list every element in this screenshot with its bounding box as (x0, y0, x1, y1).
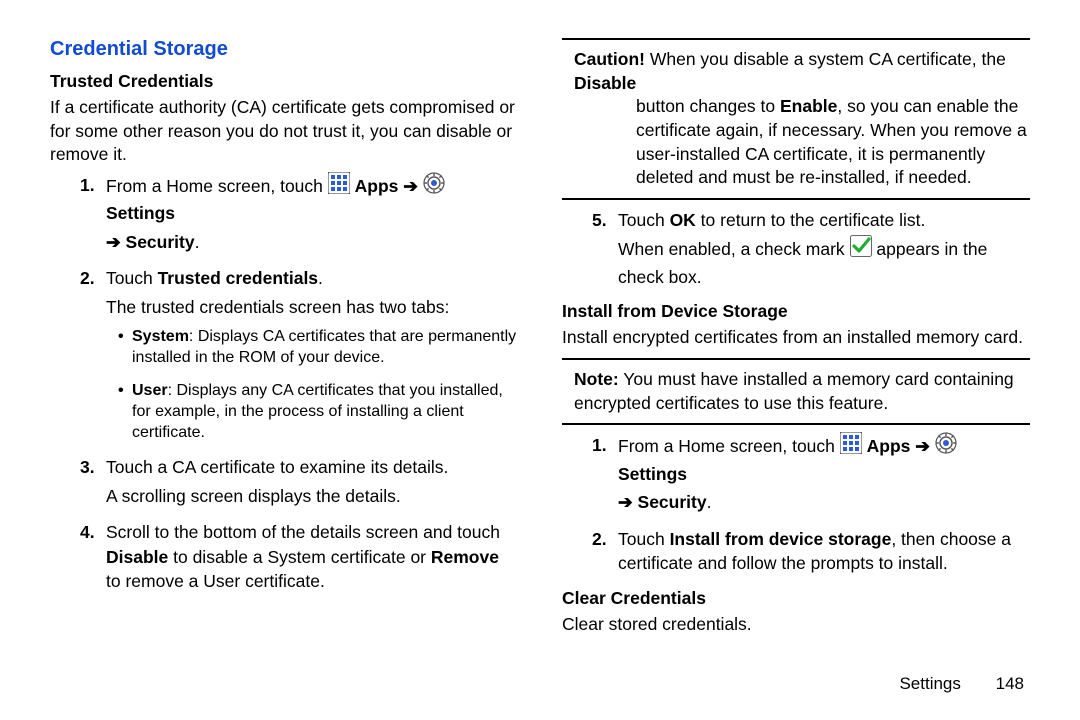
footer-page: 148 (996, 674, 1024, 693)
note-rule-bottom (562, 423, 1030, 425)
step-4: 4. Scroll to the bottom of the details s… (80, 520, 518, 594)
step-2: 2. Touch Trusted credentials. The truste… (80, 266, 518, 443)
note-block: Note: You must have installed a memory c… (574, 368, 1030, 415)
install-intro: Install encrypted certificates from an i… (562, 326, 1030, 350)
right-column: Caution! When you disable a system CA ce… (540, 38, 1030, 690)
step-3: 3. Touch a CA certificate to examine its… (80, 455, 518, 508)
gear-icon (423, 172, 445, 201)
step-1: 1. From a Home screen, touch Apps ➔ Sett… (80, 173, 518, 255)
subsection-clear: Clear Credentials (562, 588, 1030, 609)
install-steps: 1. From a Home screen, touch Apps ➔ Sett… (562, 433, 1030, 576)
clear-text: Clear stored credentials. (562, 613, 1030, 637)
install-step-2: 2. Touch Install from device storage, th… (592, 527, 1030, 576)
rule-top (562, 38, 1030, 40)
trusted-steps: 1. From a Home screen, touch Apps ➔ Sett… (50, 173, 518, 594)
trusted-steps-cont: 5. Touch OK to return to the certificate… (562, 208, 1030, 290)
step-text: Touch a CA certificate to examine its de… (106, 457, 448, 477)
install-step-1: 1. From a Home screen, touch Apps ➔ Sett… (592, 433, 1030, 515)
check-icon (850, 235, 872, 264)
step-text: From a Home screen, touch Apps ➔ Setting… (618, 436, 1030, 515)
caution-block: Caution! When you disable a system CA ce… (574, 48, 1030, 190)
subsection-trusted: Trusted Credentials (50, 71, 518, 92)
step-text: Touch Install from device storage, then … (618, 529, 1011, 574)
step-text: From a Home screen, touch Apps ➔ Setting… (106, 176, 518, 255)
footer-section: Settings (899, 674, 960, 693)
page-footer: Settings 148 (899, 674, 1024, 694)
step-text: Touch Trusted credentials. (106, 268, 323, 288)
bullet-user: User: Displays any CA certificates that … (118, 381, 518, 443)
gear-icon (935, 432, 957, 461)
step-5: 5. Touch OK to return to the certificate… (592, 208, 1030, 290)
apps-icon (840, 432, 862, 461)
apps-icon (328, 172, 350, 201)
step-text: Scroll to the bottom of the details scre… (106, 522, 500, 591)
manual-page: Credential Storage Trusted Credentials I… (0, 0, 1080, 720)
note-rule-top (562, 358, 1030, 360)
step-5-cont: When enabled, a check mark appears in th… (618, 236, 1030, 289)
subsection-install: Install from Device Storage (562, 301, 1030, 322)
left-column: Credential Storage Trusted Credentials I… (50, 38, 540, 690)
tabs-bullets: System: Displays CA certificates that ar… (106, 327, 518, 443)
section-heading: Credential Storage (50, 38, 518, 61)
bullet-system: System: Displays CA certificates that ar… (118, 327, 518, 369)
trusted-intro: If a certificate authority (CA) certific… (50, 96, 518, 167)
rule-bottom (562, 198, 1030, 200)
step-text: Touch OK to return to the certificate li… (618, 210, 925, 230)
